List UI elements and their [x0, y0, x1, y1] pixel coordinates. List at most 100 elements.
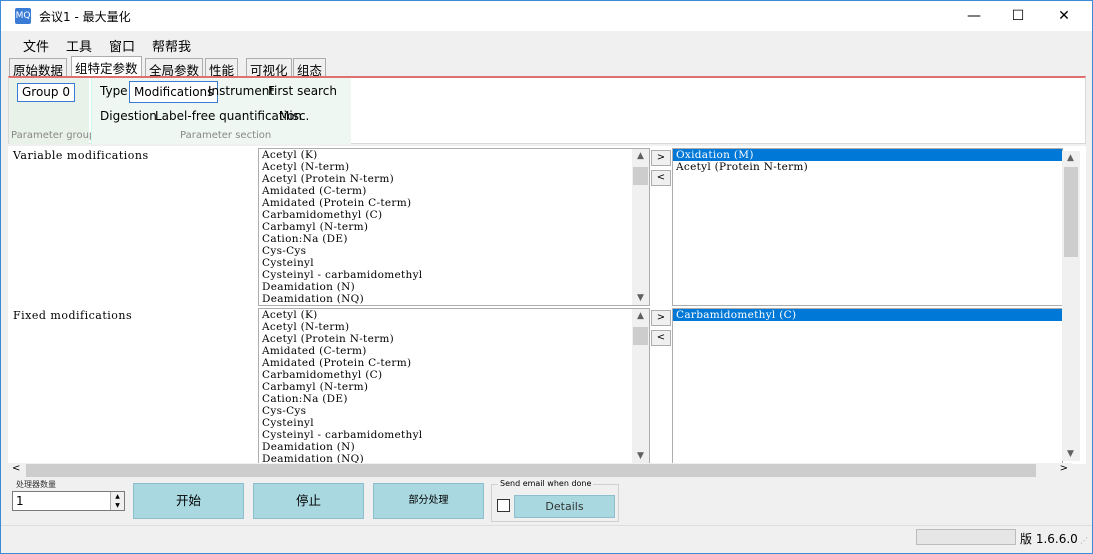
section-first-search-button[interactable]: First search	[264, 81, 341, 103]
email-caption: Send email when done	[498, 479, 594, 488]
variable-available-list[interactable]: Acetyl (K) Acetyl (N-term) Acetyl (Protein…	[258, 148, 650, 306]
start-button[interactable]: 开始	[133, 483, 244, 519]
partial-processing-button[interactable]: 部分处理	[373, 483, 484, 519]
fixed-modifications-label: Fixed modifications	[13, 309, 133, 322]
list-item[interactable]: Amidated (C-term)	[259, 345, 649, 357]
close-button[interactable]: ✕	[1041, 1, 1087, 31]
scroll-thumb[interactable]	[633, 327, 648, 345]
content-vertical-scrollbar[interactable]: ▲ ▼	[1062, 151, 1080, 461]
list-item[interactable]: Carbamyl (N-term)	[259, 381, 649, 393]
tab-performance[interactable]: 性能	[205, 58, 239, 78]
fixed-available-rows: Acetyl (K) Acetyl (N-term) Acetyl (Protein…	[259, 309, 649, 463]
content-horizontal-scrollbar[interactable]: < >	[8, 463, 1072, 478]
progress-bar	[916, 529, 1016, 545]
parameter-section-caption: Parameter section	[180, 130, 272, 141]
fixed-selected-rows: Carbamidomethyl (C)	[673, 309, 1062, 321]
list-item[interactable]: Cysteinyl - carbamidomethyl	[259, 429, 649, 441]
scroll-thumb[interactable]	[1064, 167, 1078, 257]
list-item[interactable]: Carbamyl (N-term)	[259, 221, 649, 233]
tab-raw-data[interactable]: 原始数据	[9, 58, 68, 78]
tab-global-parameters[interactable]: 全局参数	[145, 58, 204, 78]
list-item[interactable]: Deamidation (N)	[259, 441, 649, 453]
list-item[interactable]: Amidated (C-term)	[259, 185, 649, 197]
list-item[interactable]: Cysteinyl	[259, 257, 649, 269]
horizontal-scroll-thumb[interactable]	[26, 464, 1036, 477]
list-item[interactable]: Carbamidomethyl (C)	[673, 309, 1062, 321]
version-label: 版 1.6.6.0	[1020, 532, 1078, 546]
list-item[interactable]: Cysteinyl	[259, 417, 649, 429]
tab-visualization[interactable]: 可视化	[246, 58, 292, 78]
parameter-ribbon: Group 0 Parameter group Type Modificatio…	[8, 76, 1086, 144]
list-item[interactable]: Amidated (Protein C-term)	[259, 357, 649, 369]
list-item[interactable]: Cys-Cys	[259, 405, 649, 417]
tab-configuration[interactable]: 组态	[293, 58, 327, 78]
modifications-content: Variable modifications Acetyl (K) Acetyl …	[8, 146, 1086, 464]
parameter-section-panel: Type Modifications Instrument First sear…	[91, 78, 351, 144]
list-item[interactable]: Cys-Cys	[259, 245, 649, 257]
list-item[interactable]: Oxidation (M)	[673, 149, 1062, 161]
list-item[interactable]: Deamidation (N)	[259, 281, 649, 293]
list-item[interactable]: Cysteinyl - carbamidomethyl	[259, 269, 649, 281]
threads-value: 1	[16, 494, 24, 508]
menu-tools[interactable]: 工具	[66, 36, 92, 55]
list-item[interactable]: Acetyl (Protein N-term)	[259, 173, 649, 185]
group-0-button[interactable]: Group 0	[17, 83, 75, 102]
menu-file[interactable]: 文件	[23, 36, 49, 55]
fixed-selected-list[interactable]: Carbamidomethyl (C)	[672, 308, 1063, 464]
threads-stepper[interactable]: 1 ▲ ▼	[12, 491, 125, 511]
tab-group-specific-parameters[interactable]: 组特定参数	[71, 56, 142, 78]
scroll-left-icon[interactable]: <	[12, 463, 20, 474]
list-item[interactable]: Acetyl (K)	[259, 309, 649, 321]
scroll-up-icon[interactable]: ▲	[632, 309, 649, 323]
list-item[interactable]: Carbamidomethyl (C)	[259, 369, 649, 381]
scroll-thumb[interactable]	[633, 167, 648, 185]
stop-button[interactable]: 停止	[253, 483, 364, 519]
minimize-button[interactable]: —	[951, 1, 997, 31]
variable-selected-rows: Oxidation (M) Acetyl (Protein N-term)	[673, 149, 1062, 173]
variable-available-rows: Acetyl (K) Acetyl (N-term) Acetyl (Protein…	[259, 149, 649, 305]
scroll-down-icon[interactable]: ▼	[632, 291, 649, 305]
variable-modifications-label: Variable modifications	[13, 149, 149, 162]
menu-help[interactable]: 帮帮我	[152, 36, 191, 55]
list-item[interactable]: Deamidation (NQ)	[259, 293, 649, 305]
resize-grip-icon[interactable]: ⋰	[1080, 536, 1088, 545]
window-title: 会议1 - 最大量化	[39, 10, 131, 24]
list-item[interactable]: Acetyl (Protein N-term)	[259, 333, 649, 345]
fixed-available-scrollbar[interactable]: ▲ ▼	[632, 309, 649, 463]
scroll-right-icon[interactable]: >	[1060, 463, 1068, 474]
send-email-checkbox[interactable]	[497, 499, 510, 512]
list-item[interactable]: Cation:Na (DE)	[259, 233, 649, 245]
add-variable-modification-button[interactable]: >	[651, 150, 671, 166]
variable-available-scrollbar[interactable]: ▲ ▼	[632, 149, 649, 305]
stepper-arrows-icon[interactable]: ▲ ▼	[110, 492, 124, 510]
list-item[interactable]: Carbamidomethyl (C)	[259, 209, 649, 221]
remove-fixed-modification-button[interactable]: <	[651, 330, 671, 346]
add-fixed-modification-button[interactable]: >	[651, 310, 671, 326]
menu-bar: 文件 工具 窗口 帮帮我	[1, 32, 1092, 56]
action-bar: 处理器数量 1 ▲ ▼ 开始 停止 部分处理 Send email when do…	[8, 479, 1086, 523]
section-misc-button[interactable]: Misc.	[275, 106, 313, 128]
list-item[interactable]: Acetyl (N-term)	[259, 321, 649, 333]
scroll-down-icon[interactable]: ▼	[1062, 447, 1079, 461]
app-window: MQ 会议1 - 最大量化 — ☐ ✕ 文件 工具 窗口 帮帮我 原始数据 组特…	[0, 0, 1093, 554]
list-item[interactable]: Acetyl (K)	[259, 149, 649, 161]
list-item[interactable]: Cation:Na (DE)	[259, 393, 649, 405]
list-item[interactable]: Acetyl (N-term)	[259, 161, 649, 173]
maximize-button[interactable]: ☐	[995, 1, 1041, 31]
section-type-button[interactable]: Type	[96, 81, 132, 103]
scroll-down-icon[interactable]: ▼	[632, 449, 649, 463]
variable-selected-list[interactable]: Oxidation (M) Acetyl (Protein N-term)	[672, 148, 1063, 306]
menu-window[interactable]: 窗口	[109, 36, 135, 55]
scroll-up-icon[interactable]: ▲	[632, 149, 649, 163]
details-button[interactable]: Details	[514, 495, 615, 518]
title-bar: MQ 会议1 - 最大量化 — ☐ ✕	[1, 1, 1092, 31]
parameter-group-panel: Group 0 Parameter group	[9, 78, 95, 144]
app-icon: MQ	[15, 8, 31, 24]
list-item[interactable]: Amidated (Protein C-term)	[259, 197, 649, 209]
scroll-up-icon[interactable]: ▲	[1062, 151, 1079, 165]
remove-variable-modification-button[interactable]: <	[651, 170, 671, 186]
status-bar: 版 1.6.6.0 ⋰	[1, 525, 1092, 547]
fixed-available-list[interactable]: Acetyl (K) Acetyl (N-term) Acetyl (Protein…	[258, 308, 650, 464]
threads-caption: 处理器数量	[16, 480, 56, 489]
list-item[interactable]: Acetyl (Protein N-term)	[673, 161, 1062, 173]
